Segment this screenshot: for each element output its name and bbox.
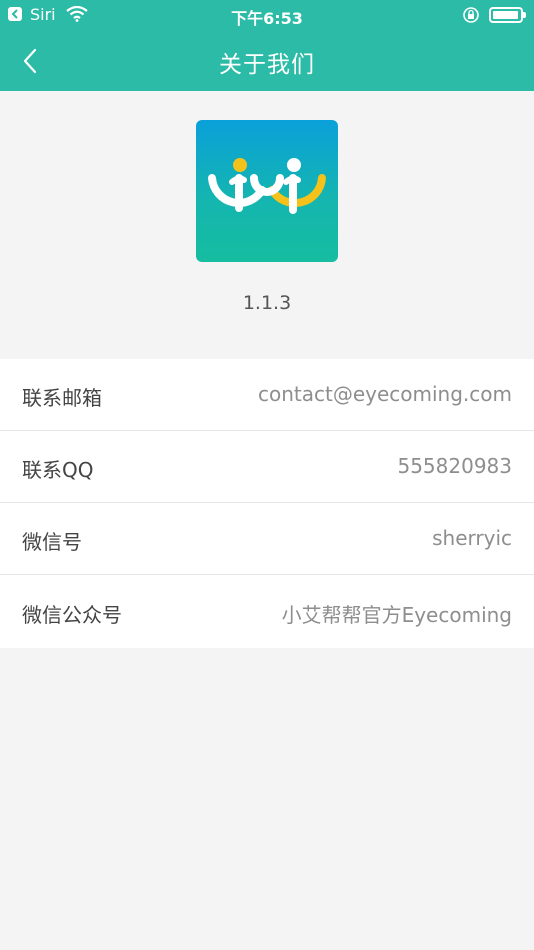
contact-label: 联系邮箱 xyxy=(22,386,102,410)
contact-label: 微信公众号 xyxy=(22,603,122,627)
contact-row-email[interactable]: 联系邮箱 contact@eyecoming.com xyxy=(0,359,534,431)
contact-label: 微信号 xyxy=(22,530,82,554)
contact-row-qq[interactable]: 联系QQ 555820983 xyxy=(0,431,534,503)
navigation-bar: 关于我们 xyxy=(0,30,534,91)
orientation-lock-icon xyxy=(462,6,480,28)
app-logo xyxy=(196,120,338,262)
contact-value: sherryic xyxy=(432,526,512,550)
status-bar: Siri 下午6:53 xyxy=(0,0,534,30)
eyecoming-logo-icon xyxy=(208,158,326,214)
page-title: 关于我们 xyxy=(219,52,315,78)
contact-row-wechat[interactable]: 微信号 sherryic xyxy=(0,503,534,575)
contact-label: 联系QQ xyxy=(22,458,94,482)
row-divider xyxy=(0,574,534,575)
app-version: 1.1.3 xyxy=(242,292,292,314)
contact-value: contact@eyecoming.com xyxy=(257,382,512,406)
contact-value: 小艾帮帮官方Eyecoming xyxy=(281,603,512,627)
battery-icon xyxy=(489,7,526,23)
contact-list: 联系邮箱 contact@eyecoming.com 联系QQ 55582098… xyxy=(0,359,534,648)
status-time: 下午6:53 xyxy=(231,9,303,28)
contact-value: 555820983 xyxy=(397,454,512,478)
contact-row-official-account[interactable]: 微信公众号 小艾帮帮官方Eyecoming xyxy=(0,576,534,648)
battery-level-fill xyxy=(493,11,518,19)
top-bar: Siri 下午6:53 关于我们 xyxy=(0,0,534,91)
